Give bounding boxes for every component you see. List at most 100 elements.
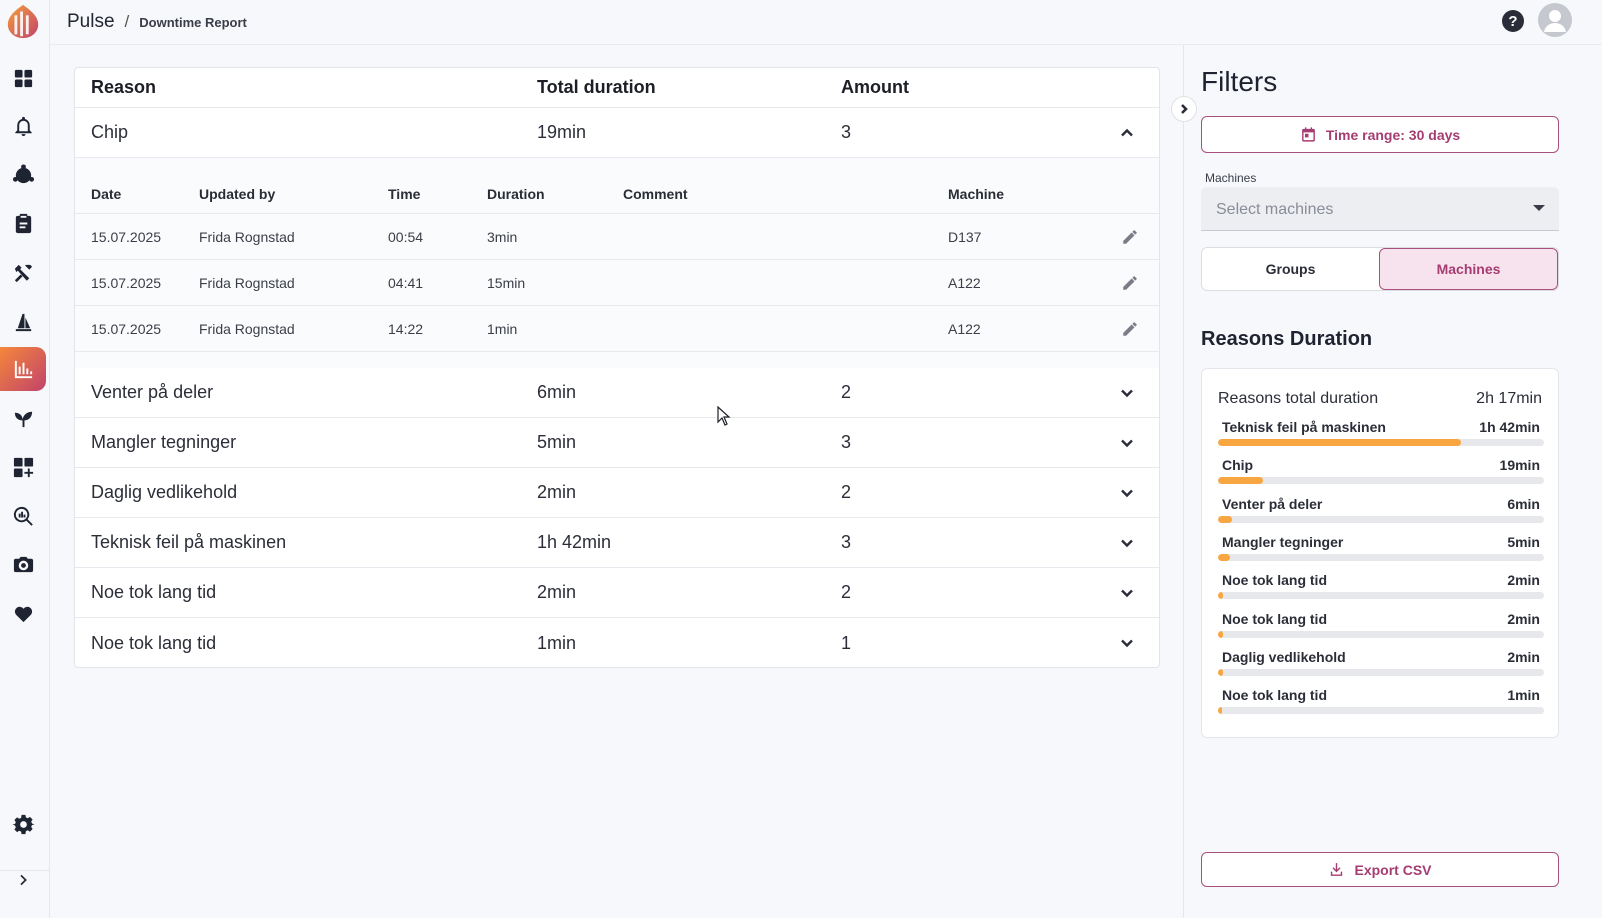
- dashboard-icon: [14, 69, 32, 87]
- machines-label: Machines: [1205, 171, 1257, 185]
- chevron-up-icon[interactable]: [1119, 125, 1135, 141]
- sub-cell-updated-by: Frida Rognstad: [199, 274, 295, 291]
- sub-cell-time: 04:41: [388, 274, 424, 291]
- chevron-down-icon[interactable]: [1119, 635, 1135, 651]
- reason-duration-item: Teknisk feil på maskinen 1h 42min: [1218, 419, 1544, 453]
- sub-table-row: 15.07.2025 Frida Rognstad 00:54 3min D13…: [75, 214, 1159, 260]
- chevron-down-icon[interactable]: [1119, 385, 1135, 401]
- nav-dashboard[interactable]: [0, 56, 46, 100]
- sub-cell-machine: A122: [948, 320, 981, 337]
- machines-placeholder: Select machines: [1216, 201, 1334, 218]
- gear-icon: [11, 814, 35, 834]
- network-icon: [12, 163, 34, 183]
- nav-maintenance[interactable]: [0, 251, 46, 295]
- chevron-down-icon[interactable]: [1119, 585, 1135, 601]
- edit-icon[interactable]: [1121, 274, 1139, 292]
- sub-table-row: 15.07.2025 Frida Rognstad 14:22 1min A12…: [75, 306, 1159, 352]
- edit-icon[interactable]: [1121, 228, 1139, 246]
- add-widget-icon: [13, 457, 33, 477]
- table-row[interactable]: Noe tok lang tid 2min 2: [75, 568, 1159, 618]
- sub-cell-date: 15.07.2025: [91, 228, 162, 245]
- reasons-total-value: 2h 17min: [1476, 390, 1542, 407]
- nav-sustainability[interactable]: [0, 396, 46, 440]
- filters-panel: Filters Time range: 30 days Machines Sel…: [1183, 45, 1602, 918]
- table-row-expanded[interactable]: Chip 19min 3: [75, 108, 1159, 158]
- reason-duration-value: 2min: [1507, 572, 1540, 589]
- row-reason: Noe tok lang tid: [91, 582, 217, 602]
- table-row[interactable]: Daglig vedlikehold 2min 2: [75, 468, 1159, 518]
- row-total: 5min: [537, 432, 577, 452]
- reason-duration-bar: [1218, 630, 1223, 638]
- nav-lab[interactable]: [0, 299, 46, 343]
- reason-duration-value: 1h 42min: [1479, 419, 1540, 435]
- toggle-machines[interactable]: Machines: [1379, 248, 1558, 290]
- reason-duration-value: 5min: [1507, 533, 1540, 550]
- time-range-button[interactable]: Time range: 30 days: [1201, 116, 1559, 153]
- nav-analytics[interactable]: [0, 494, 46, 538]
- time-range-label: Time range: 30 days: [1325, 126, 1461, 143]
- table-row[interactable]: Venter på deler 6min 2: [75, 368, 1159, 418]
- table-row[interactable]: Noe tok lang tid 1min 1: [75, 618, 1159, 668]
- expand-nav-button[interactable]: [0, 858, 46, 902]
- reasons-duration-card: Reasons total duration 2h 17min Teknisk …: [1201, 368, 1559, 738]
- chevron-down-icon[interactable]: [1119, 485, 1135, 501]
- row-reason: Venter på deler: [91, 382, 214, 402]
- export-csv-button[interactable]: Export CSV: [1201, 852, 1559, 887]
- nav-settings[interactable]: [0, 802, 46, 846]
- breadcrumb: Pulse / Downtime Report: [67, 11, 247, 33]
- table-row[interactable]: Teknisk feil på maskinen 1h 42min 3: [75, 518, 1159, 568]
- help-button[interactable]: ?: [1502, 10, 1524, 32]
- group-machine-toggle: Groups Machines: [1201, 247, 1559, 291]
- edit-icon[interactable]: [1121, 320, 1139, 338]
- reason-duration-label: Daglig vedlikehold: [1222, 648, 1346, 665]
- nav-health[interactable]: [0, 591, 46, 635]
- nav-network[interactable]: [0, 153, 46, 197]
- row-total: 2min: [537, 582, 577, 602]
- chevron-right-icon: [20, 874, 27, 886]
- machines-select[interactable]: Select machines: [1201, 187, 1559, 231]
- reason-duration-bar: [1218, 477, 1264, 485]
- toggle-groups[interactable]: Groups: [1202, 248, 1379, 290]
- side-nav: [0, 0, 50, 918]
- sub-header-duration: Duration: [487, 186, 545, 202]
- sub-header-comment: Comment: [623, 186, 688, 202]
- reason-duration-label: Mangler tegninger: [1222, 533, 1344, 550]
- reason-duration-label: Noe tok lang tid: [1222, 572, 1327, 589]
- row-amount: 3: [841, 122, 852, 142]
- row-total: 2min: [537, 482, 577, 502]
- nav-downtime-report[interactable]: [0, 347, 46, 391]
- chevron-down-icon[interactable]: [1119, 535, 1135, 551]
- nav-camera[interactable]: [0, 542, 46, 586]
- nav-tasks[interactable]: [0, 201, 46, 245]
- heartbeat-icon: [14, 606, 32, 622]
- header-total-duration[interactable]: Total duration: [537, 77, 656, 98]
- collapse-filters-button[interactable]: [1171, 96, 1197, 122]
- analytics-search-icon: [13, 506, 33, 526]
- reason-duration-label: Venter på deler: [1222, 495, 1323, 512]
- nav-add-widget[interactable]: [0, 445, 46, 489]
- row-reason: Daglig vedlikehold: [91, 482, 238, 502]
- downtime-chart-icon: [14, 360, 32, 378]
- sub-header-time: Time: [388, 186, 421, 202]
- reason-duration-item: Daglig vedlikehold 2min: [1218, 649, 1544, 683]
- breadcrumb-app[interactable]: Pulse: [67, 11, 115, 33]
- sub-cell-date: 15.07.2025: [91, 274, 162, 291]
- avatar[interactable]: [1538, 3, 1572, 37]
- pulse-logo[interactable]: [4, 2, 42, 40]
- sub-table-header: Date Updated by Time Duration Comment Ma…: [75, 158, 1159, 214]
- reason-duration-value: 2min: [1507, 648, 1540, 665]
- reason-duration-track: [1218, 515, 1544, 523]
- row-amount: 2: [841, 482, 852, 502]
- header-reason[interactable]: Reason: [91, 77, 156, 98]
- row-amount: 2: [841, 382, 852, 402]
- reason-duration-value: 2min: [1507, 610, 1540, 627]
- row-amount: 1: [841, 632, 852, 653]
- reason-duration-item: Venter på deler 6min: [1218, 496, 1544, 530]
- reason-duration-bar: [1218, 515, 1233, 523]
- reason-duration-bar: [1218, 592, 1223, 600]
- table-row[interactable]: Mangler tegninger 5min 3: [75, 418, 1159, 468]
- nav-notifications[interactable]: [0, 104, 46, 148]
- reason-duration-item: Noe tok lang tid 2min: [1218, 572, 1544, 606]
- header-amount[interactable]: Amount: [841, 77, 909, 98]
- chevron-down-icon[interactable]: [1119, 435, 1135, 451]
